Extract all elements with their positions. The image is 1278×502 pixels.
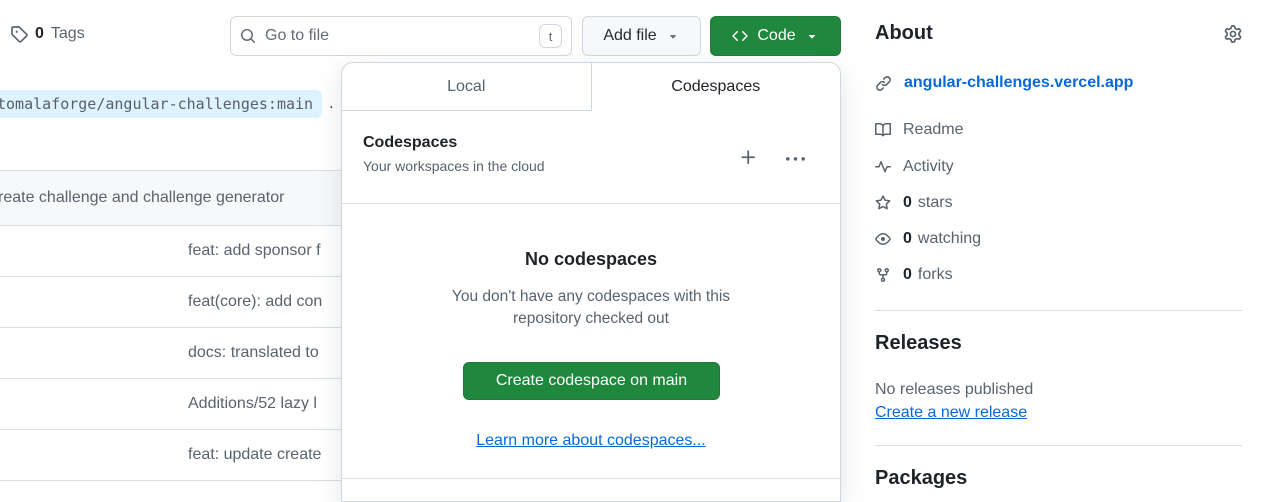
table-row[interactable]: feat(core): add con bbox=[0, 277, 341, 328]
chevron-down-icon bbox=[666, 29, 680, 43]
tab-local[interactable]: Local bbox=[342, 63, 592, 111]
go-to-file-search[interactable]: Go to file t bbox=[230, 16, 572, 56]
codespaces-subtitle: Your workspaces in the cloud bbox=[363, 158, 545, 174]
latest-commit-message[interactable]: create challenge and challenge generator bbox=[0, 189, 284, 207]
branch-ref-code[interactable]: tomalaforge/angular-challenges:main bbox=[0, 90, 322, 118]
star-icon bbox=[875, 195, 891, 211]
search-placeholder: Go to file bbox=[265, 27, 329, 45]
divider bbox=[342, 478, 840, 479]
pulse-icon bbox=[875, 159, 891, 175]
book-icon bbox=[875, 122, 891, 138]
packages-title: Packages bbox=[875, 467, 967, 490]
create-release-link[interactable]: Create a new release bbox=[875, 404, 1027, 421]
no-codespaces-title: No codespaces bbox=[342, 249, 840, 270]
chevron-down-icon bbox=[805, 29, 819, 43]
codespaces-title: Codespaces bbox=[363, 134, 545, 152]
tags-count: 0 bbox=[35, 25, 44, 43]
codespaces-header: Codespaces Your workspaces in the cloud bbox=[363, 134, 545, 174]
tags-label: Tags bbox=[51, 25, 85, 43]
new-codespace-button[interactable] bbox=[739, 148, 758, 167]
table-row[interactable]: Additions/52 lazy l bbox=[0, 379, 341, 430]
tags-summary[interactable]: 0 Tags bbox=[10, 25, 85, 43]
code-button[interactable]: Code bbox=[710, 16, 841, 56]
no-codespaces-description: You don't have any codespaces with this … bbox=[342, 286, 840, 330]
website-row: angular-challenges.vercel.app bbox=[875, 74, 1133, 92]
code-button-label: Code bbox=[757, 27, 795, 45]
plus-icon bbox=[739, 148, 758, 167]
table-row[interactable]: feat: add sponsor f bbox=[0, 226, 341, 277]
search-shortcut-key: t bbox=[539, 24, 562, 48]
branch-banner-suffix: . bbox=[329, 95, 333, 113]
tab-codespaces[interactable]: Codespaces bbox=[592, 63, 841, 111]
search-icon bbox=[240, 28, 256, 44]
sidebar-item-activity[interactable]: Activity bbox=[875, 155, 954, 179]
commit-message-link[interactable]: feat(core): add con bbox=[188, 293, 322, 311]
sidebar-item-readme[interactable]: Readme bbox=[875, 118, 963, 142]
create-codespace-button[interactable]: Create codespace on main bbox=[463, 362, 720, 400]
code-icon bbox=[732, 28, 748, 44]
table-row[interactable]: feat: update create bbox=[0, 430, 341, 481]
releases-empty-text: No releases published bbox=[875, 381, 1033, 399]
divider bbox=[875, 445, 1242, 446]
code-dropdown-tabs: Local Codespaces bbox=[342, 63, 840, 111]
releases-title: Releases bbox=[875, 332, 962, 355]
sidebar-item-forks[interactable]: 0 forks bbox=[875, 263, 953, 287]
gear-icon[interactable] bbox=[1224, 25, 1242, 43]
fork-icon bbox=[875, 267, 891, 283]
file-list: create challenge and challenge generator… bbox=[0, 170, 341, 481]
divider bbox=[342, 203, 840, 204]
add-file-button[interactable]: Add file bbox=[582, 16, 701, 56]
commit-message-link[interactable]: docs: translated to bbox=[188, 344, 319, 362]
commit-message-link[interactable]: Additions/52 lazy l bbox=[188, 395, 317, 413]
divider bbox=[875, 310, 1242, 311]
learn-more-link[interactable]: Learn more about codespaces... bbox=[476, 432, 705, 449]
branch-status-banner: tomalaforge/angular-challenges:main . bbox=[0, 90, 334, 118]
commit-message-link[interactable]: feat: add sponsor f bbox=[188, 242, 321, 260]
kebab-horizontal-icon bbox=[786, 150, 805, 169]
commit-message-link[interactable]: feat: update create bbox=[188, 446, 321, 464]
latest-commit-row[interactable]: create challenge and challenge generator bbox=[0, 170, 341, 226]
sidebar-item-stars[interactable]: 0 stars bbox=[875, 191, 953, 215]
add-file-label: Add file bbox=[603, 27, 656, 45]
eye-icon bbox=[875, 231, 891, 247]
code-dropdown-panel: Local Codespaces Codespaces Your workspa… bbox=[341, 62, 841, 502]
codespaces-options-button[interactable] bbox=[786, 150, 805, 169]
website-link[interactable]: angular-challenges.vercel.app bbox=[904, 74, 1133, 92]
about-title: About bbox=[875, 22, 933, 45]
link-icon bbox=[875, 75, 892, 92]
learn-more-row: Learn more about codespaces... bbox=[342, 432, 840, 450]
tag-icon bbox=[10, 25, 28, 43]
table-row[interactable]: docs: translated to bbox=[0, 328, 341, 379]
sidebar-item-watching[interactable]: 0 watching bbox=[875, 227, 981, 251]
